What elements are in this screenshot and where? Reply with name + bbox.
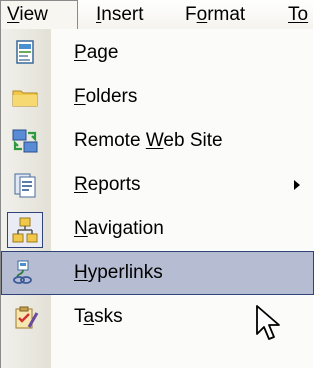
menu-format-label-post: rmat bbox=[207, 4, 246, 25]
menu-tools[interactable]: To bbox=[288, 0, 308, 29]
menu-insert[interactable]: Insert bbox=[96, 0, 144, 29]
submenu-arrow-icon bbox=[294, 180, 300, 190]
menu-item-page[interactable]: Page bbox=[1, 31, 314, 75]
menu-item-reports[interactable]: Reports bbox=[1, 163, 314, 207]
folder-icon bbox=[11, 83, 39, 111]
menu-item-remote-web-site[interactable]: Remote Web Site bbox=[1, 119, 314, 163]
menu-item-folders[interactable]: Folders bbox=[1, 75, 314, 119]
menu-view[interactable]: View bbox=[0, 0, 78, 30]
menu-item-hyperlinks-label: Hyperlinks bbox=[74, 262, 163, 283]
hyperlinks-icon bbox=[11, 259, 39, 287]
menu-format[interactable]: Format bbox=[185, 0, 245, 29]
menu-view-mnemonic: V bbox=[7, 4, 20, 25]
menu-insert-label-post: nsert bbox=[101, 4, 144, 25]
menu-item-tasks-label: Tasks bbox=[74, 306, 123, 327]
menu-item-page-label: Page bbox=[74, 42, 119, 63]
reports-icon bbox=[11, 171, 39, 199]
tasks-icon bbox=[11, 303, 39, 331]
remote-web-site-icon bbox=[11, 127, 39, 155]
menu-tools-mnemonic: To bbox=[288, 4, 309, 25]
menu-item-hyperlinks[interactable]: Hyperlinks bbox=[1, 251, 314, 295]
menu-item-navigation[interactable]: Navigation bbox=[1, 207, 314, 251]
menu-item-reports-label: Reports bbox=[74, 174, 141, 195]
page-icon bbox=[11, 39, 39, 67]
menu-format-mnemonic: o bbox=[196, 4, 208, 25]
menu-item-remote-web-site-label: Remote Web Site bbox=[74, 130, 223, 151]
menu-bar: View Insert Format To bbox=[0, 0, 313, 30]
navigation-icon bbox=[7, 212, 43, 248]
menu-view-label-post: iew bbox=[19, 4, 48, 25]
mouse-cursor-icon bbox=[256, 305, 280, 340]
menu-item-folders-label: Folders bbox=[74, 86, 138, 107]
menu-item-navigation-label: Navigation bbox=[74, 218, 164, 239]
menu-format-label-pre: F bbox=[185, 4, 197, 25]
